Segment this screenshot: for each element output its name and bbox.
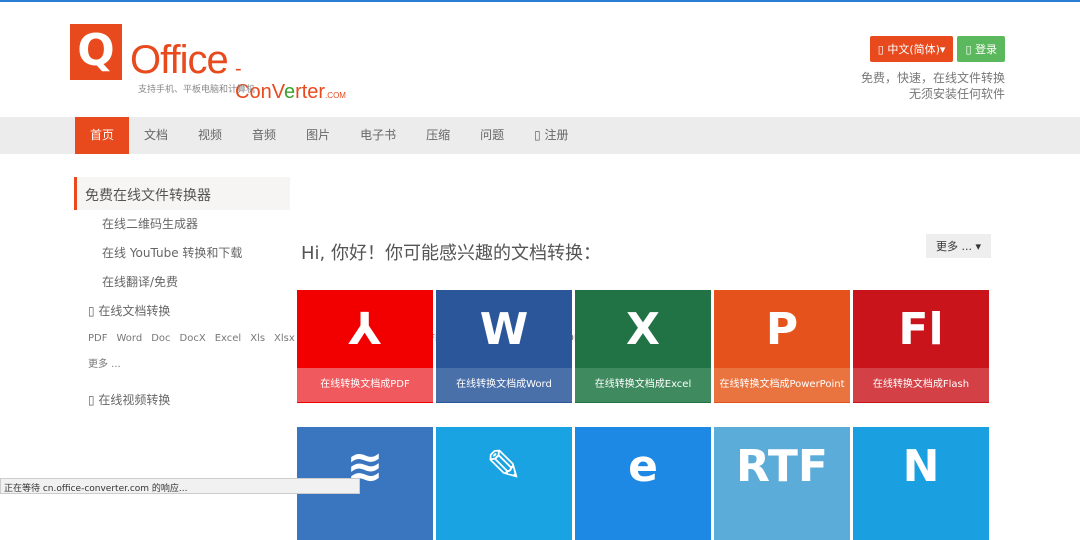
nav-item[interactable]: 图片 bbox=[291, 117, 345, 154]
convert-tile[interactable]: RTF bbox=[714, 427, 850, 540]
tile-label: 在线转换文档成PDF bbox=[297, 368, 433, 402]
doc-format-link[interactable]: Xlsx bbox=[274, 333, 295, 344]
logo-converter: -ConVerter.COM bbox=[235, 58, 346, 103]
convert-tile[interactable]: P 在线转换文档成PowerPoint bbox=[714, 290, 850, 403]
sidebar-heading: 免费在线文件转换器 bbox=[74, 177, 290, 210]
nav-item[interactable]: 文档 bbox=[129, 117, 183, 154]
sidebar-doc-section[interactable]: ▯ 在线文档转换 bbox=[74, 297, 290, 326]
sidebar-item-qr[interactable]: 在线二维码生成器 bbox=[74, 210, 290, 239]
doc-format-link[interactable]: DocX bbox=[180, 333, 206, 344]
convert-tile[interactable]: W 在线转换文档成Word bbox=[436, 290, 572, 403]
format-icon: RTF bbox=[736, 440, 828, 492]
format-icon: P bbox=[765, 303, 799, 355]
format-icon: N bbox=[902, 440, 940, 492]
greeting-heading: Hi, 你好！你可能感兴趣的文档转换： bbox=[301, 243, 601, 264]
convert-tile[interactable]: X 在线转换文档成Excel bbox=[575, 290, 711, 403]
format-icon: W bbox=[479, 303, 529, 355]
nav-item[interactable]: 首页 bbox=[75, 117, 130, 154]
sidebar-video-section[interactable]: ▯ 在线视频转换 bbox=[74, 386, 290, 415]
login-button[interactable]: ▯ 登录 bbox=[957, 36, 1005, 62]
nav-item[interactable]: 问题 bbox=[465, 117, 519, 154]
doc-format-link[interactable]: Xls bbox=[250, 333, 265, 344]
slogan: 免费，快速，在线文件转换 无须安装任何软件 bbox=[860, 71, 1005, 101]
convert-tile[interactable]: e bbox=[575, 427, 711, 540]
doc-format-link[interactable]: PDF bbox=[88, 333, 107, 344]
convert-tile[interactable]: N bbox=[853, 427, 989, 540]
doc-format-link[interactable]: Word bbox=[116, 333, 142, 344]
language-button[interactable]: ▯ 中文(简体)▾ bbox=[869, 36, 954, 62]
more-dropdown[interactable]: 更多 ... ▾ bbox=[926, 234, 992, 258]
convert-tile[interactable]: ✎ bbox=[436, 427, 572, 540]
doc-format-link[interactable]: 更多 ... bbox=[88, 359, 121, 370]
tile-label: 在线转换文档成PowerPoint bbox=[714, 368, 850, 402]
format-icon: X bbox=[626, 303, 660, 355]
site-logo[interactable]: Q Office -ConVerter.COM 支持手机、平板电脑和计算机 bbox=[70, 24, 350, 103]
nav-item[interactable]: 音频 bbox=[237, 117, 291, 154]
main-nav: 首页 文档 视频 音频 图片 电子书 压缩 问题 ▯ 注册 bbox=[0, 117, 1080, 154]
convert-tile[interactable]: Fl 在线转换文档成Flash bbox=[853, 290, 989, 403]
nav-item[interactable]: ▯ 注册 bbox=[519, 117, 583, 154]
doc-format-link[interactable]: Doc bbox=[151, 333, 170, 344]
doc-format-links: PDFWordDocDocXExcelXlsXlsxPowerPointPPTP… bbox=[74, 326, 672, 378]
sidebar: 免费在线文件转换器 在线二维码生成器 在线 YouTube 转换和下载 在线翻译… bbox=[74, 177, 672, 415]
sidebar-item-youtube[interactable]: 在线 YouTube 转换和下载 bbox=[74, 239, 290, 268]
logo-tagline: 支持手机、平板电脑和计算机 bbox=[138, 85, 256, 95]
convert-tile[interactable]: ⅄ 在线转换文档成PDF bbox=[297, 290, 433, 403]
nav-item[interactable]: 电子书 bbox=[345, 117, 411, 154]
format-icon: ✎ bbox=[485, 440, 523, 492]
logo-mark: Q bbox=[70, 24, 122, 80]
nav-item[interactable]: 压缩 bbox=[411, 117, 465, 154]
nav-item[interactable]: 视频 bbox=[183, 117, 237, 154]
tile-label: 在线转换文档成Excel bbox=[575, 368, 711, 402]
format-icon: Fl bbox=[898, 303, 944, 355]
status-bar: 正在等待 cn.office-converter.com 的响应... bbox=[0, 478, 360, 494]
format-icon: e bbox=[628, 440, 658, 492]
tile-label: 在线转换文档成Flash bbox=[853, 368, 989, 402]
logo-office: Office bbox=[130, 38, 229, 82]
doc-format-link[interactable]: Excel bbox=[215, 333, 242, 344]
tile-label: 在线转换文档成Word bbox=[436, 368, 572, 402]
format-icon: ⅄ bbox=[348, 303, 382, 355]
sidebar-item-translate[interactable]: 在线翻译/免费 bbox=[74, 268, 290, 297]
